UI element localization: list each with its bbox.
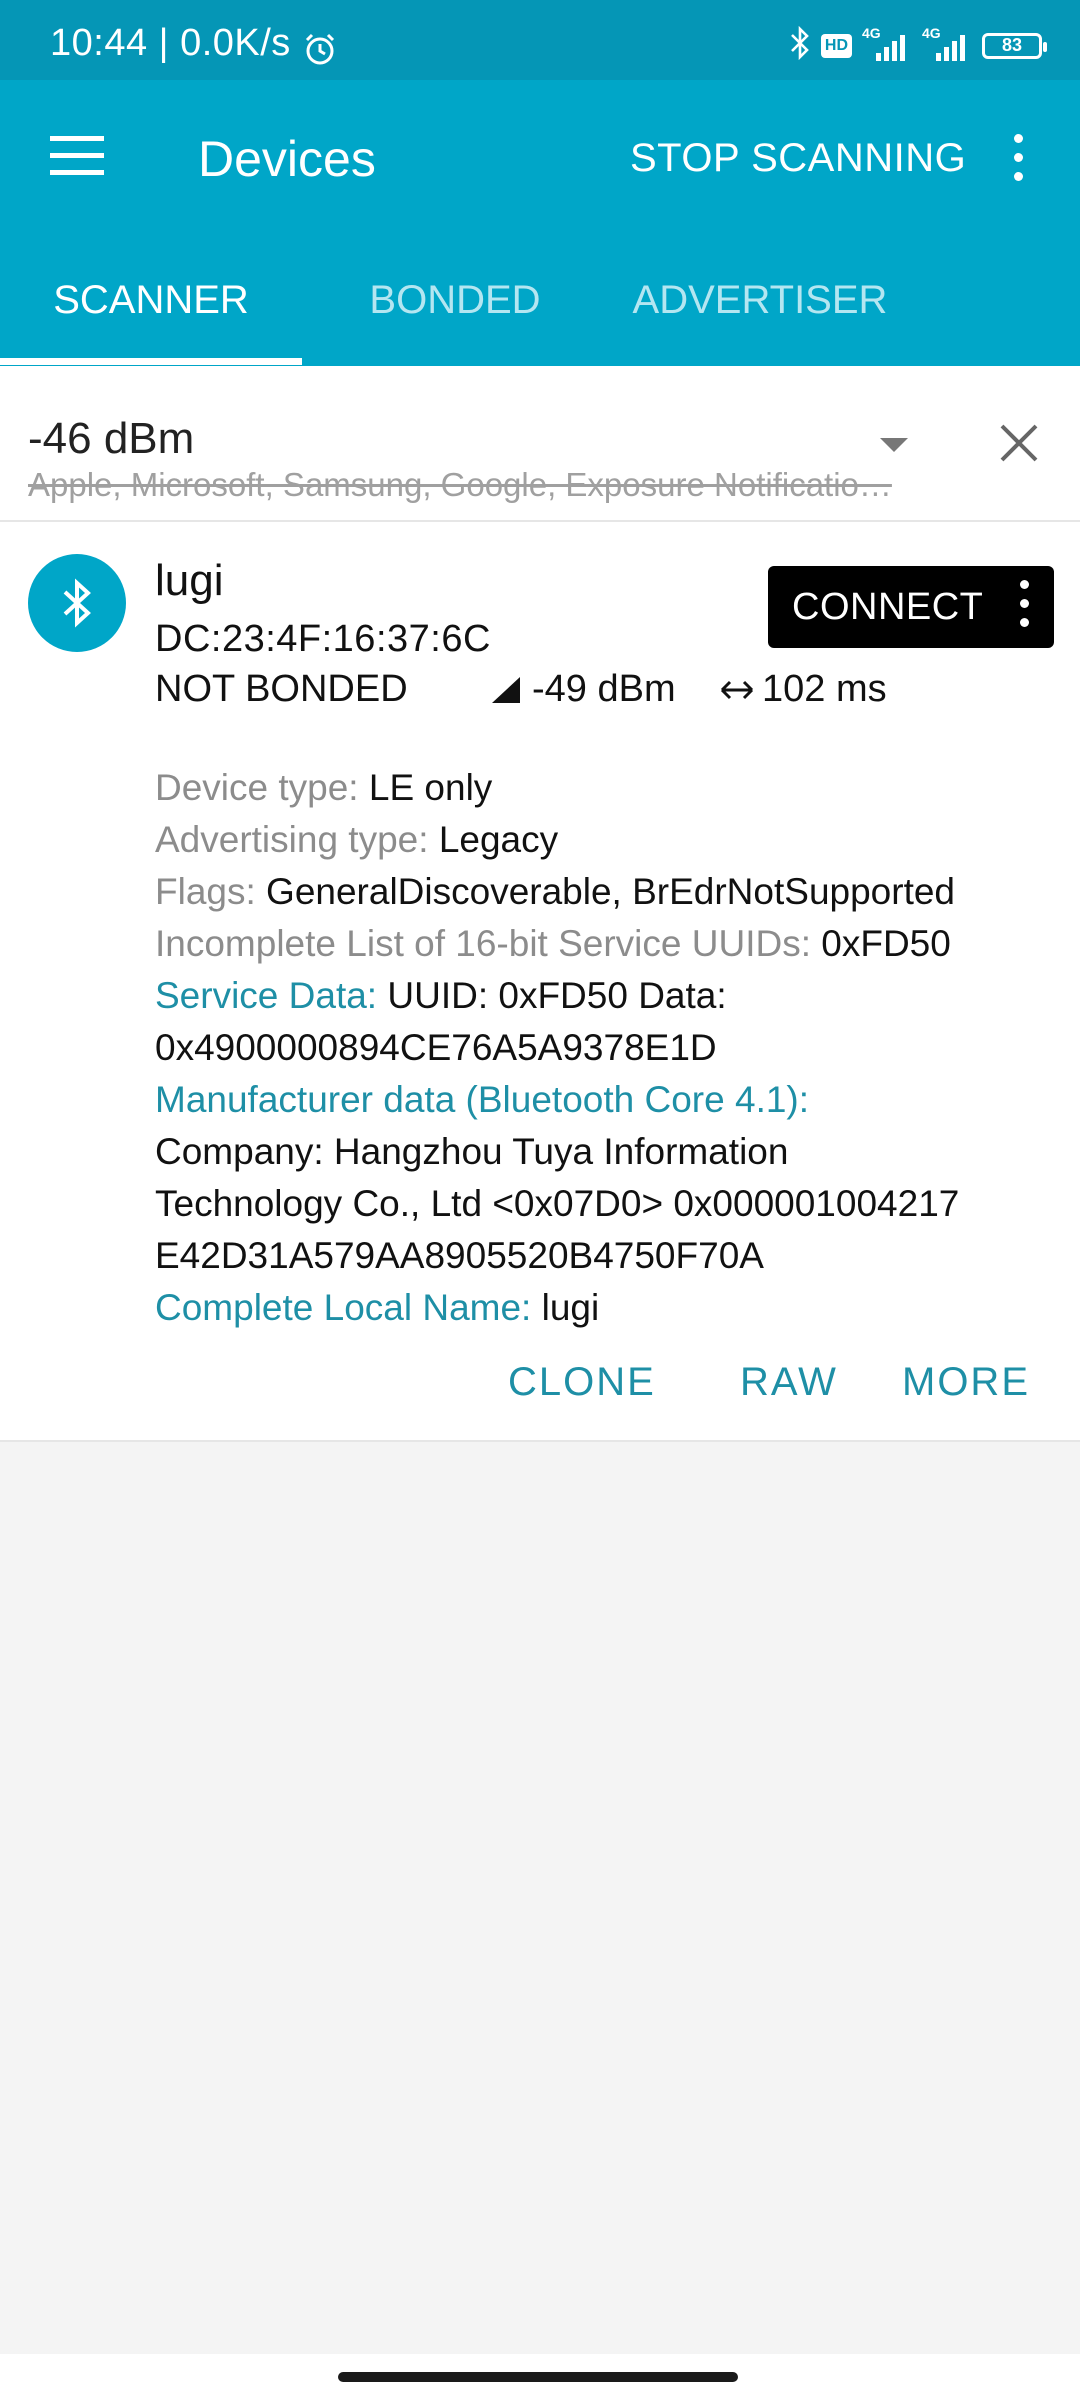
tab-scanner[interactable]: SCANNER: [0, 240, 302, 366]
local-name-row: Complete Local Name: lugi: [155, 1287, 600, 1328]
page-title: Devices: [198, 131, 376, 187]
bluetooth-status-icon: [789, 25, 811, 65]
tab-indicator: [0, 358, 302, 365]
close-icon[interactable]: [996, 420, 1042, 466]
manufacturer-data-label: Manufacturer data (Bluetooth Core 4.1):: [155, 1079, 810, 1120]
interval-arrows-icon: [720, 680, 754, 699]
tab-advertiser[interactable]: ADVERTISER: [620, 240, 900, 366]
connect-label: CONNECT: [792, 586, 984, 628]
service-data-value: 0x4900000894CE76A5A9378E1D: [155, 1027, 717, 1068]
battery-icon: 83: [982, 32, 1047, 59]
filter-bar[interactable]: -46 dBm Apple, Microsoft, Samsung, Googl…: [0, 366, 1080, 522]
advertising-interval: 102 ms: [718, 668, 887, 711]
menu-icon[interactable]: [50, 136, 104, 176]
advertising-type-row: Advertising type: Legacy: [155, 819, 559, 860]
manufacturer-line-2: Technology Co., Ltd <0x07D0> 0x000001004…: [155, 1183, 960, 1224]
chevron-down-icon[interactable]: [880, 438, 908, 452]
device-type-row: Device type: LE only: [155, 767, 493, 808]
device-rssi: -49 dBm: [490, 668, 676, 711]
network-label-2: 4G: [922, 24, 941, 41]
app-bar: Devices STOP SCANNING: [0, 80, 1080, 240]
bluetooth-icon: [28, 554, 126, 652]
connect-options-icon[interactable]: [1014, 580, 1034, 636]
filter-rssi: -46 dBm: [28, 414, 195, 463]
signal-icon-1: 4G: [862, 25, 912, 63]
signal-strength-icon: [492, 676, 520, 703]
status-bar: 10:44 | 0.0K/s HD 4G 4G 83: [0, 0, 1080, 80]
network-label-1: 4G: [862, 24, 881, 41]
uuids-row: Incomplete List of 16-bit Service UUIDs:…: [155, 923, 951, 964]
home-indicator[interactable]: [338, 2372, 738, 2382]
tab-bar: SCANNER BONDED ADVERTISER: [0, 240, 1080, 366]
device-name: lugi: [155, 556, 224, 605]
interval-value: 102 ms: [762, 668, 887, 710]
signal-icon-2: 4G: [922, 25, 972, 63]
filter-excluded-vendors: Apple, Microsoft, Samsung, Google, Expos…: [28, 466, 892, 503]
more-options-icon[interactable]: [1008, 134, 1028, 190]
status-time: 10:44 | 0.0K/s: [50, 22, 291, 64]
device-card[interactable]: lugi DC:23:4F:16:37:6C NOT BONDED -49 dB…: [0, 522, 1080, 1442]
flags-row: Flags: GeneralDiscoverable, BrEdrNotSupp…: [155, 871, 956, 912]
hd-badge: HD: [820, 33, 852, 58]
clone-button[interactable]: CLONE: [508, 1360, 656, 1405]
service-data-row: Service Data: UUID: 0xFD50 Data:: [155, 975, 727, 1016]
device-address: DC:23:4F:16:37:6C: [155, 618, 491, 660]
more-button[interactable]: MORE: [902, 1360, 1030, 1405]
manufacturer-line-3: E42D31A579AA8905520B4750F70A: [155, 1235, 764, 1276]
connect-button[interactable]: CONNECT: [768, 566, 1054, 648]
advertising-details: Device type: LE only Advertising type: L…: [155, 762, 1055, 1334]
stop-scanning-button[interactable]: STOP SCANNING: [630, 136, 966, 181]
raw-button[interactable]: RAW: [740, 1360, 838, 1405]
device-rssi-value: -49 dBm: [532, 668, 676, 710]
tab-bonded[interactable]: BONDED: [330, 240, 580, 366]
manufacturer-line-1: Company: Hangzhou Tuya Information: [155, 1131, 789, 1172]
bond-state: NOT BONDED: [155, 668, 408, 710]
alarm-icon: [302, 32, 338, 73]
